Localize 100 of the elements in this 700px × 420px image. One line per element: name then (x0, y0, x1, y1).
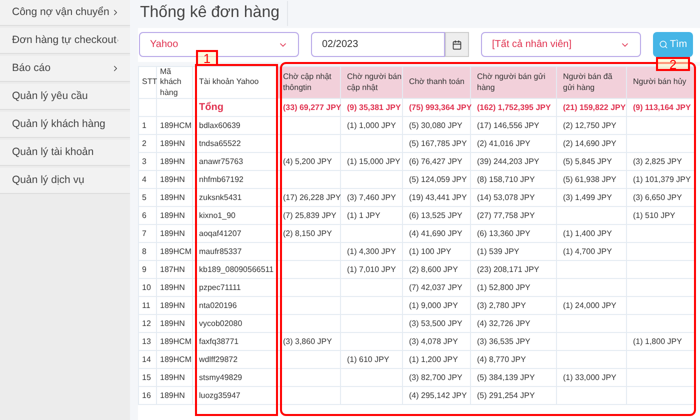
table-cell: 11 (138, 296, 156, 315)
table-cell: (3) 82,700 JPY (402, 368, 470, 387)
table-cell: 189HN (156, 368, 192, 387)
table-cell: (1) 7,010 JPY (340, 260, 402, 279)
total-cell: (75) 993,364 JPY (402, 98, 470, 117)
table-cell: (5) 291,254 JPY (470, 386, 556, 405)
table-cell: (1) 24,000 JPY (556, 296, 626, 315)
table-cell: (5) 30,080 JPY (402, 116, 470, 135)
table-cell: 6 (138, 206, 156, 225)
total-cell: Tổng (192, 98, 276, 117)
table-cell: (4) 32,726 JPY (470, 314, 556, 333)
table-cell: 189HCM (156, 242, 192, 261)
total-cell: (21) 159,822 JPY (556, 98, 626, 117)
chevron-icon (111, 64, 120, 73)
table-cell: 189HN (156, 386, 192, 405)
sidebar-item[interactable]: Quản lý yêu cầu (0, 84, 130, 110)
table-cell: (5) 5,845 JPY (556, 152, 626, 171)
table-cell: 189HCM (156, 116, 192, 135)
table-cell: (4) 5,200 JPY (276, 152, 340, 171)
table-cell: (6) 13,360 JPY (470, 224, 556, 243)
table-cell: (3) 53,500 JPY (402, 314, 470, 333)
table-cell: (1) 1,400 JPY (556, 224, 626, 243)
table-cell: (5) 124,059 JPY (402, 170, 470, 189)
table-cell: (4) 8,770 JPY (470, 350, 556, 369)
table-cell: 5 (138, 188, 156, 207)
column-header: Người bán đã gửi hàng (556, 66, 626, 99)
total-cell: (33) 69,277 JPY (276, 98, 340, 117)
month-field[interactable]: 02/2023 (311, 32, 445, 57)
table-cell: (1) 100 JPY (402, 242, 470, 261)
column-header: Chờ người bán cập nhật (340, 66, 402, 99)
column-header: Chờ thanh toán (402, 66, 470, 99)
column-header: Mã khách hàng (156, 66, 192, 99)
table-cell: (27) 77,758 JPY (470, 206, 556, 225)
sidebar-item[interactable]: Đơn hàng tự checkout (0, 28, 130, 54)
table-cell: (3) 36,535 JPY (470, 332, 556, 351)
table-cell: (5) 167,785 JPY (402, 134, 470, 153)
table-cell: (3) 2,780 JPY (470, 296, 556, 315)
table-cell: (1) 4,700 JPY (556, 242, 626, 261)
table-cell: (1) 4,300 JPY (340, 242, 402, 261)
table-cell: 7 (138, 224, 156, 243)
table-cell: 189HN (156, 296, 192, 315)
table-cell: 189HN (156, 224, 192, 243)
table-cell: 16 (138, 386, 156, 405)
table-cell: (2) 8,600 JPY (402, 260, 470, 279)
table-cell: 189HCM (156, 332, 192, 351)
table-cell: (23) 208,171 JPY (470, 260, 556, 279)
table-cell: (3) 7,460 JPY (340, 188, 402, 207)
calendar-button[interactable] (445, 32, 469, 57)
table-cell: (5) 384,139 JPY (470, 368, 556, 387)
table-cell: 2 (138, 134, 156, 153)
table-cell: 8 (138, 242, 156, 261)
table-cell: (4) 41,690 JPY (402, 224, 470, 243)
table-cell: 189HCM (156, 350, 192, 369)
table-cell: 13 (138, 332, 156, 351)
sidebar-item[interactable]: Báo cáo (0, 56, 130, 82)
column-header: Chờ người bán gửi hàng (470, 66, 556, 99)
sidebar-item[interactable]: Quản lý khách hàng (0, 112, 130, 138)
table-cell: 189HN (156, 188, 192, 207)
table-cell: (19) 43,441 JPY (402, 188, 470, 207)
table-cell: (1) 539 JPY (470, 242, 556, 261)
callout-label: 1 (196, 50, 218, 66)
table-cell: 187HN (156, 260, 192, 279)
table-cell: (17) 146,556 JPY (470, 116, 556, 135)
table-cell: (1) 15,000 JPY (340, 152, 402, 171)
sidebar-item[interactable]: Công nợ vận chuyển (0, 0, 130, 26)
page-title: Thống kê đơn hàng (138, 1, 288, 26)
table-cell: (39) 244,203 JPY (470, 152, 556, 171)
column-header: Tài khoản Yahoo (192, 66, 276, 99)
table-cell: 9 (138, 260, 156, 279)
total-cell: (162) 1,752,395 JPY (470, 98, 556, 117)
table-cell: (2) 14,690 JPY (556, 134, 626, 153)
table-cell: 189HN (156, 206, 192, 225)
column-header: STT (138, 66, 156, 99)
table-cell: 12 (138, 314, 156, 333)
staff-select[interactable]: [Tất cả nhân viên] (481, 32, 641, 57)
table-cell: (6) 76,427 JPY (402, 152, 470, 171)
table-cell: (1) 1 JPY (340, 206, 402, 225)
total-cell: (9) 35,381 JPY (340, 98, 402, 117)
table-cell: (3) 3,860 JPY (276, 332, 340, 351)
table-cell: (5) 61,938 JPY (556, 170, 626, 189)
table-cell: 15 (138, 368, 156, 387)
table-cell: 189HN (156, 278, 192, 297)
callout-label: 2 (656, 57, 690, 71)
sidebar-item[interactable]: Quản lý tài khoản (0, 140, 130, 166)
chevron-icon (111, 8, 120, 17)
table-cell: (3) 4,078 JPY (402, 332, 470, 351)
table-cell: (3) 1,499 JPY (556, 188, 626, 207)
table-cell: (1) 52,800 JPY (470, 278, 556, 297)
table-cell: (4) 295,142 JPY (402, 386, 470, 405)
table-cell: (14) 53,078 JPY (470, 188, 556, 207)
table-cell: (7) 42,037 JPY (402, 278, 470, 297)
table-cell: (1) 610 JPY (340, 350, 402, 369)
table-cell: 189HN (156, 152, 192, 171)
table-cell: 189HN (156, 134, 192, 153)
sidebar-item[interactable]: Quản lý dịch vụ (0, 168, 130, 194)
table-cell: 1 (138, 116, 156, 135)
table-cell: (1) 33,000 JPY (556, 368, 626, 387)
table-cell: (7) 25,839 JPY (276, 206, 340, 225)
table-cell: 14 (138, 350, 156, 369)
table-cell: 4 (138, 170, 156, 189)
